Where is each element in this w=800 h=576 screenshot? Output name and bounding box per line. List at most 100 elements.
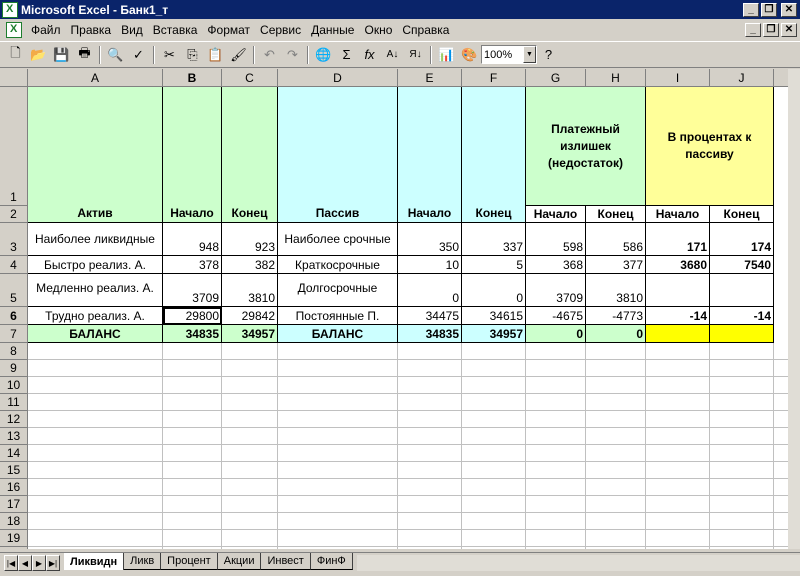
cell-f4[interactable]: 5 bbox=[462, 256, 526, 274]
row-header-12[interactable]: 12 bbox=[0, 411, 28, 428]
cell-j6[interactable]: -14 bbox=[710, 307, 774, 325]
row-header-6[interactable]: 6 bbox=[0, 307, 28, 325]
redo-icon[interactable]: ↷ bbox=[281, 44, 304, 66]
sort-ascending-icon[interactable]: A↓ bbox=[381, 44, 404, 66]
row-header-13[interactable]: 13 bbox=[0, 428, 28, 445]
cell-h4[interactable]: 377 bbox=[586, 256, 646, 274]
header-i-start[interactable]: Начало bbox=[646, 206, 710, 223]
row-header-16[interactable]: 16 bbox=[0, 479, 28, 496]
sheet-tab-akcii[interactable]: Акции bbox=[217, 553, 262, 570]
row-header-20[interactable]: 20 bbox=[0, 547, 28, 549]
column-header-j[interactable]: J bbox=[710, 69, 774, 87]
cell-b6-active[interactable]: 29800 bbox=[163, 307, 222, 325]
header-g-start[interactable]: Начало bbox=[526, 206, 586, 223]
chart-wizard-icon[interactable]: 📊 bbox=[435, 44, 458, 66]
help-icon[interactable]: ? bbox=[537, 44, 560, 66]
last-sheet-icon[interactable]: ▶| bbox=[46, 555, 60, 571]
menu-view[interactable]: Вид bbox=[116, 23, 148, 37]
cell-a3[interactable]: Наиболее ликвидные bbox=[28, 223, 163, 256]
cell-i7[interactable] bbox=[646, 325, 710, 343]
cell-b7[interactable]: 34835 bbox=[163, 325, 222, 343]
column-header-d[interactable]: D bbox=[278, 69, 398, 87]
row-header-10[interactable]: 10 bbox=[0, 377, 28, 394]
cell-e4[interactable]: 10 bbox=[398, 256, 462, 274]
cell-e5[interactable]: 0 bbox=[398, 274, 462, 307]
menu-tools[interactable]: Сервис bbox=[255, 23, 306, 37]
drawing-icon[interactable]: 🎨 bbox=[458, 44, 481, 66]
print-icon[interactable]: 🖶 bbox=[73, 44, 96, 66]
horizontal-scrollbar[interactable] bbox=[356, 555, 800, 571]
column-header-g[interactable]: G bbox=[526, 69, 586, 87]
sheet-tab-likvidn[interactable]: Ликвидн bbox=[64, 553, 125, 570]
cell-g4[interactable]: 368 bbox=[526, 256, 586, 274]
sheet-tab-finf[interactable]: ФинФ bbox=[310, 553, 353, 570]
row-header-18[interactable]: 18 bbox=[0, 513, 28, 530]
cell-g3[interactable]: 598 bbox=[526, 223, 586, 256]
cell-j5[interactable] bbox=[710, 274, 774, 307]
cell-f7[interactable]: 34957 bbox=[462, 325, 526, 343]
cell-j3[interactable]: 174 bbox=[710, 223, 774, 256]
cell-e6[interactable]: 34475 bbox=[398, 307, 462, 325]
cell-a5[interactable]: Медленно реализ. А. bbox=[28, 274, 163, 307]
row-header-15[interactable]: 15 bbox=[0, 462, 28, 479]
save-icon[interactable]: 💾 bbox=[50, 44, 73, 66]
menu-window[interactable]: Окно bbox=[359, 23, 397, 37]
header-payment-surplus[interactable]: Платежный излишек (недостаток) bbox=[526, 87, 646, 206]
column-header-c[interactable]: C bbox=[222, 69, 278, 87]
header-h-end[interactable]: Конец bbox=[586, 206, 646, 223]
column-header-e[interactable]: E bbox=[398, 69, 462, 87]
vertical-scrollbar[interactable] bbox=[788, 69, 800, 549]
header-e-start[interactable]: Начало bbox=[398, 87, 462, 223]
header-j-end[interactable]: Конец bbox=[710, 206, 774, 223]
row-header-9[interactable]: 9 bbox=[0, 360, 28, 377]
row-header-19[interactable]: 19 bbox=[0, 530, 28, 547]
header-passiv[interactable]: Пассив bbox=[278, 87, 398, 223]
row-header-7[interactable]: 7 bbox=[0, 325, 28, 343]
cell-d7-balance[interactable]: БАЛАНС bbox=[278, 325, 398, 343]
menu-edit[interactable]: Правка bbox=[66, 23, 117, 37]
prev-sheet-icon[interactable]: ◀ bbox=[18, 555, 32, 571]
sheet-tab-likv[interactable]: Ликв bbox=[124, 553, 162, 570]
menu-file[interactable]: Файл bbox=[26, 23, 66, 37]
row-header-14[interactable]: 14 bbox=[0, 445, 28, 462]
cut-icon[interactable]: ✂ bbox=[158, 44, 181, 66]
workbook-icon[interactable] bbox=[6, 22, 22, 38]
cell-i4[interactable]: 3680 bbox=[646, 256, 710, 274]
menu-help[interactable]: Справка bbox=[397, 23, 454, 37]
next-sheet-icon[interactable]: ▶ bbox=[32, 555, 46, 571]
cell-f6[interactable]: 34615 bbox=[462, 307, 526, 325]
row-header-5[interactable]: 5 bbox=[0, 274, 28, 307]
header-c-end[interactable]: Конец bbox=[222, 87, 278, 223]
row-header-11[interactable]: 11 bbox=[0, 394, 28, 411]
cell-c5[interactable]: 3810 bbox=[222, 274, 278, 307]
new-icon[interactable]: 🗋 bbox=[4, 44, 27, 66]
cell-h6[interactable]: -4773 bbox=[586, 307, 646, 325]
cell-b4[interactable]: 378 bbox=[163, 256, 222, 274]
excel-app-icon[interactable] bbox=[2, 1, 18, 18]
cell-b3[interactable]: 948 bbox=[163, 223, 222, 256]
cell-e7[interactable]: 34835 bbox=[398, 325, 462, 343]
column-header-b[interactable]: B bbox=[163, 69, 222, 87]
cell-i6[interactable]: -14 bbox=[646, 307, 710, 325]
row-header-8[interactable]: 8 bbox=[0, 343, 28, 360]
paste-icon[interactable]: 📋 bbox=[204, 44, 227, 66]
header-b-start[interactable]: Начало bbox=[163, 87, 222, 223]
worksheet-grid[interactable]: A B C D E F G H I J 1 2 3 4 5 6 7 8 9 10… bbox=[0, 69, 788, 549]
column-header-i[interactable]: I bbox=[646, 69, 710, 87]
hyperlink-icon[interactable]: 🌐 bbox=[312, 44, 335, 66]
cell-h3[interactable]: 586 bbox=[586, 223, 646, 256]
row-header-3[interactable]: 3 bbox=[0, 223, 28, 256]
header-aktiv[interactable]: Актив bbox=[28, 87, 163, 223]
cell-b5[interactable]: 3709 bbox=[163, 274, 222, 307]
doc-close-button[interactable]: ✕ bbox=[781, 23, 797, 37]
spelling-icon[interactable]: ✓ bbox=[127, 44, 150, 66]
first-sheet-icon[interactable]: |◀ bbox=[4, 555, 18, 571]
sheet-tab-procent[interactable]: Процент bbox=[161, 553, 218, 570]
undo-icon[interactable]: ↶ bbox=[258, 44, 281, 66]
menu-data[interactable]: Данные bbox=[306, 23, 359, 37]
cell-c7[interactable]: 34957 bbox=[222, 325, 278, 343]
cell-a4[interactable]: Быстро реализ. А. bbox=[28, 256, 163, 274]
copy-icon[interactable]: ⎘ bbox=[181, 44, 204, 66]
cell-d5[interactable]: Долгосрочные bbox=[278, 274, 398, 307]
header-f-end[interactable]: Конец bbox=[462, 87, 526, 223]
